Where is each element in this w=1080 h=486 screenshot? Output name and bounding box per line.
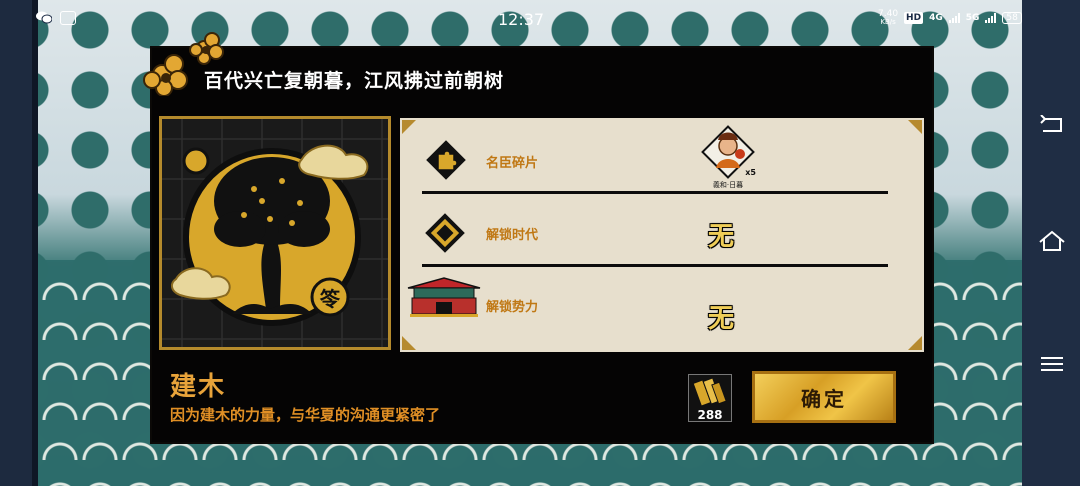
reward-panel: 名臣碎片 x5 義和·日暮 解锁时代 无 解锁势力 无 <box>400 118 924 352</box>
recents-button[interactable] <box>1038 352 1066 376</box>
row-value-faction: 无 <box>708 304 735 334</box>
back-button[interactable] <box>1038 113 1066 137</box>
wechat-icon <box>36 11 52 24</box>
corner-ornament-icon <box>402 120 416 134</box>
hd-badge: HD <box>904 12 924 24</box>
palace-gate-icon <box>407 277 481 317</box>
row-divider <box>422 264 888 267</box>
reward-dialog: 百代兴亡复朝暮，江风拂过前朝树 笭 名臣碎片 x5 義和·日暮 解锁时代 无 解… <box>143 32 934 444</box>
status-left-icons <box>36 11 76 25</box>
row-divider <box>422 191 888 194</box>
signal-bars-icon <box>985 13 997 23</box>
network-5g: 5G <box>965 13 980 23</box>
wood-planks-icon <box>692 377 727 407</box>
dialog-title: 百代兴亡复朝暮，江风拂过前朝树 <box>204 70 505 92</box>
home-button[interactable] <box>1038 229 1066 253</box>
battery-icon: 58 <box>1002 12 1022 24</box>
menu-icon <box>1041 353 1063 375</box>
notification-icon <box>60 11 76 25</box>
home-icon <box>1039 230 1065 251</box>
left-frame <box>0 0 38 486</box>
sacred-tree-icon <box>162 119 388 347</box>
item-portrait: 笭 <box>159 116 391 350</box>
puzzle-piece-icon <box>426 140 466 180</box>
confirm-button[interactable]: 确定 <box>752 371 896 423</box>
row-label-era: 解锁时代 <box>486 228 539 243</box>
speed-value: 7.40 <box>878 9 899 19</box>
status-right-icons: 7.40 KB/s HD 4G 5G 58 <box>878 10 1022 26</box>
network-speed: 7.40 KB/s <box>878 9 899 27</box>
corner-ornament-icon <box>402 336 416 350</box>
speed-unit: KB/s <box>880 18 896 26</box>
item-description: 因为建木的力量，与华夏的沟通更紧密了 <box>170 406 441 424</box>
reward-qty: x5 <box>745 168 756 177</box>
corner-ornament-icon <box>908 120 922 134</box>
signal-bars-icon <box>948 13 960 23</box>
cost-item: 288 <box>688 374 732 422</box>
clock: 12:37 <box>498 10 545 29</box>
diamond-emblem-icon <box>425 213 465 253</box>
cost-count: 288 <box>697 408 723 422</box>
portrait-seal: 笭 <box>320 287 340 311</box>
reward-card[interactable]: x5 義和·日暮 <box>700 124 756 189</box>
back-arrow-icon <box>1040 115 1062 132</box>
item-name: 建木 <box>170 372 227 402</box>
network-4g: 4G <box>929 13 943 23</box>
corner-ornament-icon <box>908 336 922 350</box>
row-label-faction: 解锁势力 <box>486 300 539 315</box>
row-label-fragments: 名臣碎片 <box>486 156 539 171</box>
row-value-era: 无 <box>708 222 735 252</box>
reward-name: 義和·日暮 <box>712 181 744 189</box>
